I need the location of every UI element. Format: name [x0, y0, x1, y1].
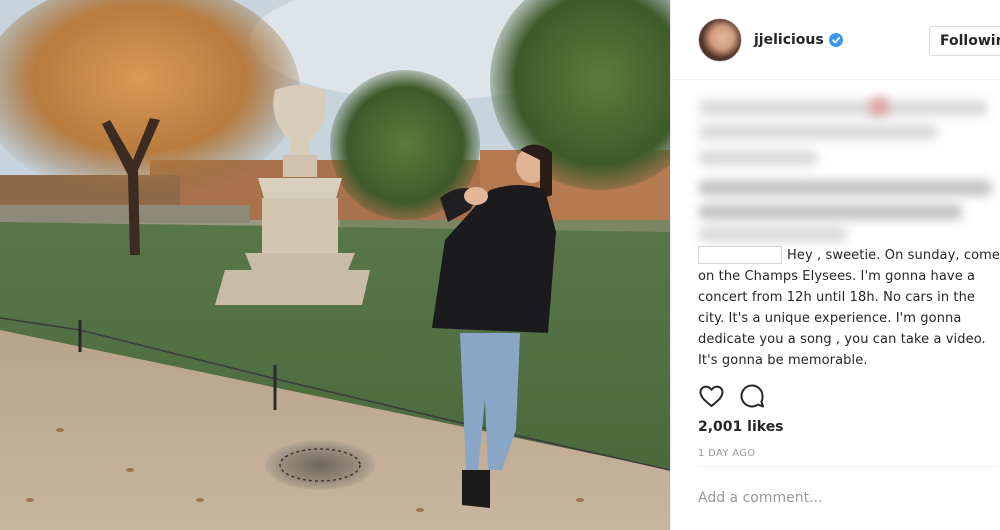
- avatar[interactable]: [698, 17, 742, 62]
- comment-icon[interactable]: [739, 383, 766, 410]
- post-timestamp[interactable]: 1 DAY AGO: [698, 448, 755, 459]
- blurred-comment-line: [698, 204, 963, 220]
- post-header: jjelicious Following: [671, 0, 1000, 80]
- post-actions: [698, 383, 766, 410]
- add-comment-input[interactable]: [698, 487, 978, 509]
- blurred-comment-line: [698, 124, 938, 140]
- following-button[interactable]: Following: [929, 26, 1000, 56]
- comment-text: Hey , sweetie. On sunday, come on the Ch…: [698, 248, 1000, 368]
- blurred-emoji: [869, 97, 889, 117]
- post-sidebar: jjelicious Following Hey , sweetie. On s…: [670, 0, 1000, 530]
- blurred-comment-line: [698, 226, 848, 242]
- photo-scene: [0, 0, 670, 530]
- comments-list: Hey , sweetie. On sunday, come on the Ch…: [671, 80, 1000, 380]
- username[interactable]: jjelicious: [754, 32, 824, 48]
- heart-icon[interactable]: [698, 383, 725, 410]
- blurred-comment-line: [698, 150, 818, 166]
- blurred-comment-line: [698, 180, 993, 196]
- like-count[interactable]: 2,001 likes: [698, 419, 784, 435]
- blurred-comment-line: [698, 100, 988, 116]
- add-comment-section: [698, 466, 998, 530]
- verified-badge-icon: [828, 32, 843, 47]
- post-photo[interactable]: [0, 0, 670, 530]
